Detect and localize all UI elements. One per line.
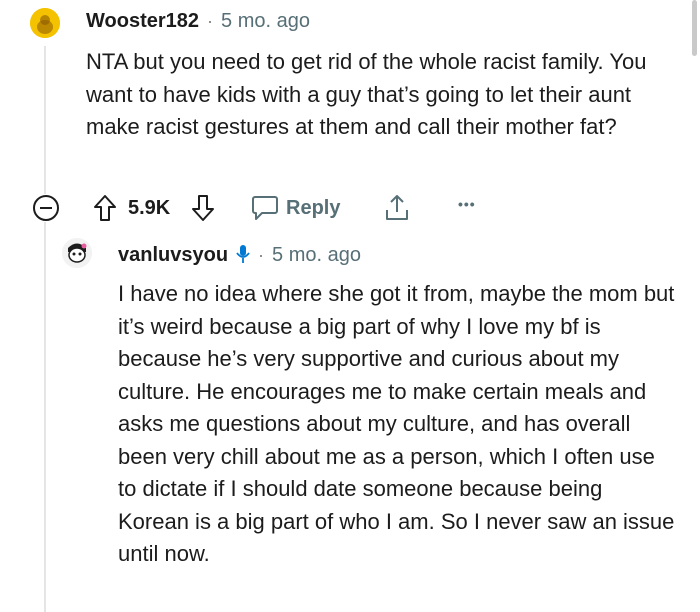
separator-dot: ·	[207, 11, 214, 31]
reply-button[interactable]	[250, 194, 280, 222]
microphone-badge	[236, 244, 250, 269]
reply-header: vanluvsyou · 5 mo. ago	[118, 241, 361, 267]
comment-actions: 5.9K Reply •••	[30, 190, 500, 226]
share-icon	[386, 195, 408, 220]
chat-bubble-icon	[252, 196, 278, 220]
downvote-button[interactable]	[190, 193, 216, 223]
more-options-button[interactable]: •••	[458, 196, 476, 212]
share-button[interactable]	[382, 192, 412, 224]
arrow-up-icon	[94, 195, 116, 221]
snoo-avatar-icon	[30, 8, 60, 38]
scrollbar[interactable]	[692, 0, 697, 56]
reply-body: I have no idea where she got it from, ma…	[118, 281, 675, 566]
snoo-avatar-icon	[62, 238, 92, 268]
upvote-button[interactable]	[92, 193, 118, 223]
timestamp[interactable]: 5 mo. ago	[221, 10, 310, 33]
separator-dot: ·	[258, 245, 265, 265]
comment-body: NTA but you need to get rid of the whole…	[86, 49, 647, 139]
minus-circle-icon	[33, 195, 59, 221]
vote-score: 5.9K	[128, 197, 171, 219]
thread-line[interactable]	[44, 46, 46, 194]
reply-label[interactable]: Reply	[286, 197, 340, 220]
collapse-button[interactable]	[32, 194, 60, 222]
username[interactable]: Wooster182	[86, 10, 199, 33]
avatar[interactable]	[30, 8, 60, 38]
microphone-icon	[236, 245, 250, 263]
timestamp[interactable]: 5 mo. ago	[272, 244, 361, 267]
username[interactable]: vanluvsyou	[118, 244, 228, 267]
child-thread-line[interactable]	[44, 222, 46, 612]
comment-header: Wooster182 · 5 mo. ago	[86, 10, 310, 33]
arrow-down-icon	[192, 195, 214, 221]
avatar[interactable]	[62, 238, 92, 268]
